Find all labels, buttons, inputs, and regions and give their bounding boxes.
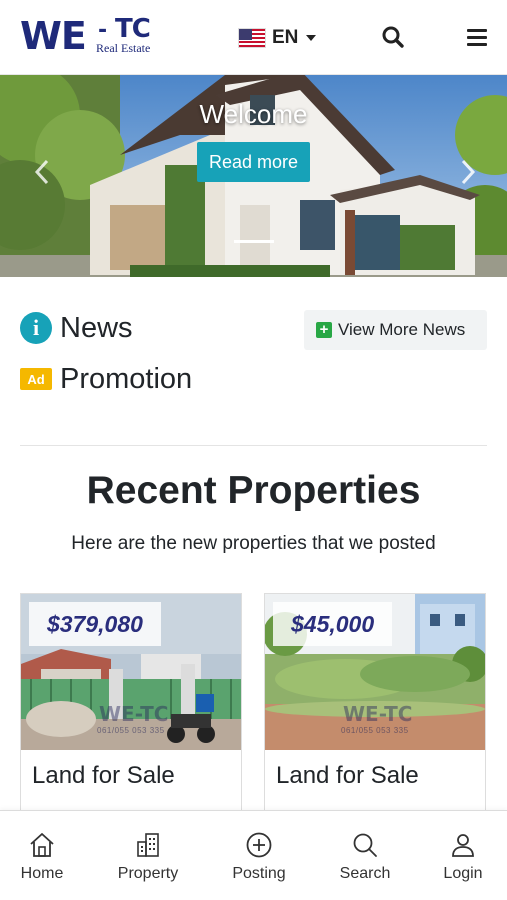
nav-posting-label: Posting [232,865,286,882]
plus-circle-icon [246,832,272,858]
nav-login[interactable]: Login [421,811,505,900]
news-section: i News + View More News [20,309,490,350]
nav-login-label: Login [443,865,483,882]
search-icon [353,833,377,857]
carousel-prev-button[interactable] [30,157,54,187]
news-heading[interactable]: News [60,309,133,347]
ad-icon: Ad [20,368,52,390]
property-title[interactable]: Land for Sale [32,762,175,790]
us-flag-icon [238,28,266,48]
language-selector[interactable]: EN [238,24,317,52]
image-watermark: WE-TC [99,702,169,726]
price-tag: $379,080 [29,602,161,646]
home-icon [30,833,54,857]
we-tc-logo[interactable]: WE - TC Real Estate [20,14,160,58]
chevron-left-icon [34,159,49,185]
caret-down-icon [306,35,317,41]
logo-tc: TC [115,14,151,44]
menu-button[interactable] [462,22,492,52]
language-label: EN [272,27,299,48]
view-more-news-label: View More News [338,320,466,339]
carousel-next-button[interactable] [456,157,480,187]
image-watermark-phone: 061/055 053 335 [97,726,165,735]
logo-subtitle: Real Estate [96,41,151,55]
info-icon: i [20,312,52,344]
promotion-heading[interactable]: Promotion [60,360,192,398]
property-card[interactable]: WE-TC 061/055 053 335 $45,000 Land for S… [264,593,486,823]
read-more-button[interactable]: Read more [197,142,310,182]
carousel-indicator[interactable] [234,240,274,243]
recent-properties-subtitle: Here are the new properties that we post… [71,533,436,554]
nav-home[interactable]: Home [0,811,84,900]
search-icon [382,26,404,48]
hamburger-menu-icon [467,29,487,46]
building-icon [137,833,159,857]
nav-search-label: Search [339,865,391,882]
view-more-news-button[interactable]: + View More News [304,310,487,350]
search-button[interactable] [378,22,408,52]
nav-property-label: Property [117,865,179,882]
hero-title: Welcome [199,99,308,129]
bottom-navigation: Home Property Posting Search Login [0,810,507,900]
nav-search[interactable]: Search [323,811,407,900]
logo-dash: - [98,18,108,43]
price-tag: $45,000 [273,602,393,646]
recent-properties-title: Recent Properties [86,469,421,512]
promotion-section: Ad Promotion [20,360,320,400]
nav-property[interactable]: Property [106,811,190,900]
logo-wordmark: WE [20,14,87,58]
property-title[interactable]: Land for Sale [276,762,419,790]
top-header: WE - TC Real Estate EN [0,0,507,75]
image-watermark: WE-TC [343,702,413,726]
nav-posting[interactable]: Posting [217,811,301,900]
user-icon [452,834,474,857]
plus-square-icon: + [316,322,332,338]
hero-carousel[interactable]: Welcome Read more [0,75,507,277]
property-card[interactable]: WE-TC 061/055 053 335 $379,080 Land for … [20,593,242,823]
chevron-right-icon [461,159,476,185]
section-divider [20,445,487,446]
image-watermark-phone: 061/055 053 335 [341,726,409,735]
nav-home-label: Home [20,865,64,882]
